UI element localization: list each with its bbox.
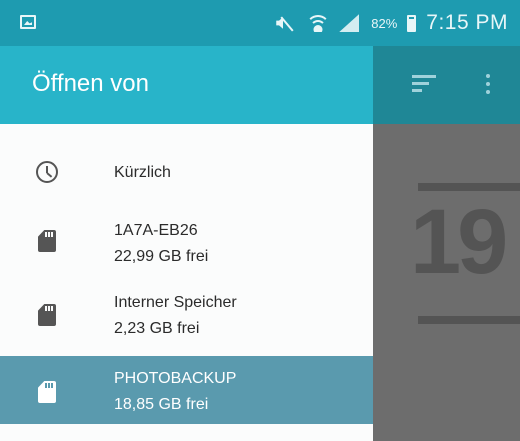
signal-icon bbox=[339, 14, 361, 32]
image-notification-icon bbox=[20, 15, 36, 29]
sd-card-icon bbox=[38, 230, 56, 252]
sd-card-icon bbox=[38, 381, 56, 403]
background-divider bbox=[418, 316, 520, 324]
drawer-title: Öffnen von bbox=[32, 70, 149, 97]
drawer-item-detail: 22,99 GB frei bbox=[114, 248, 209, 265]
more-vert-icon bbox=[486, 74, 492, 96]
sort-icon bbox=[412, 75, 436, 95]
battery-percent: 82% bbox=[371, 15, 398, 31]
drawer-item-detail: 2,23 GB frei bbox=[114, 320, 200, 337]
drawer-item-detail: 18,85 GB frei bbox=[114, 396, 209, 413]
drawer-item-label: Kürzlich bbox=[114, 164, 171, 181]
mute-icon bbox=[273, 14, 297, 32]
drawer-item-label: Interner Speicher bbox=[114, 294, 237, 311]
status-bar: 82% 7:15 PM bbox=[0, 0, 520, 46]
clock-icon bbox=[36, 161, 58, 183]
drawer-item-internal-storage[interactable]: Interner Speicher 2,23 GB frei bbox=[0, 286, 373, 356]
drawer-item-label: 1A7A-EB26 bbox=[114, 222, 198, 239]
sd-card-icon bbox=[38, 304, 56, 326]
drawer-item-sd-card[interactable]: 1A7A-EB26 22,99 GB frei bbox=[0, 216, 373, 286]
status-time: 7:15 PM bbox=[426, 11, 508, 34]
background-text: 19 bbox=[410, 191, 508, 293]
underlying-toolbar bbox=[373, 46, 520, 124]
wifi-icon bbox=[307, 14, 330, 32]
battery-icon bbox=[407, 14, 417, 32]
drawer-item-photobackup[interactable]: PHOTOBACKUP 18,85 GB frei bbox=[0, 356, 373, 424]
drawer-item-label: PHOTOBACKUP bbox=[114, 370, 237, 387]
status-icons: 82% 7:15 PM bbox=[273, 8, 508, 38]
drawer-item-recent[interactable]: Kürzlich bbox=[0, 124, 373, 216]
